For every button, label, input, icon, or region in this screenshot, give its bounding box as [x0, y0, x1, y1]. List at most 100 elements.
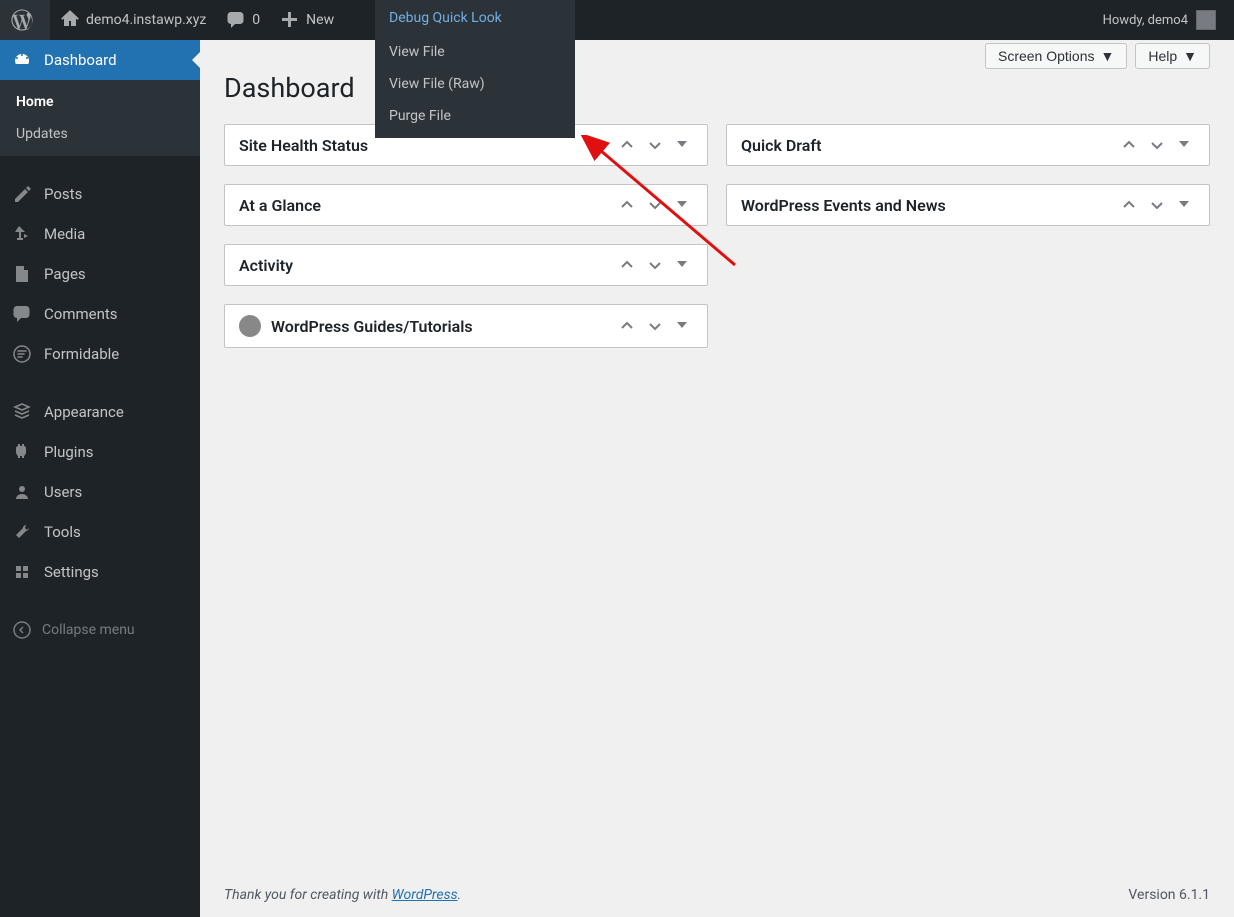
comments-link[interactable]: 0: [216, 0, 270, 40]
wp-logo[interactable]: [0, 0, 50, 40]
postbox-title-text: WordPress Guides/Tutorials: [271, 317, 473, 336]
appearance-icon: [12, 402, 34, 422]
home-icon: [60, 10, 80, 30]
debug-quick-look-menu: Debug Quick Look View File View File (Ra…: [375, 0, 575, 138]
postbox-title: Activity: [239, 256, 293, 275]
toggle-icon[interactable]: [1175, 195, 1195, 215]
help-label: Help: [1148, 48, 1177, 64]
move-up-icon[interactable]: [617, 316, 637, 336]
sidebar-item-plugins[interactable]: Plugins: [0, 432, 200, 472]
postbox-title: WordPress Guides/Tutorials: [239, 315, 473, 337]
debug-menu-header[interactable]: Debug Quick Look: [375, 0, 575, 36]
plus-icon: [280, 10, 300, 30]
sidebar-item-users[interactable]: Users: [0, 472, 200, 512]
sidebar-item-label: Comments: [44, 305, 118, 323]
admin-bar-left: demo4.instawp.xyz 0 New: [0, 0, 344, 40]
wordpress-logo-icon: [10, 8, 34, 32]
move-down-icon[interactable]: [1147, 135, 1167, 155]
plugins-icon: [12, 442, 34, 462]
site-name-link[interactable]: demo4.instawp.xyz: [50, 0, 216, 40]
submenu-item-updates[interactable]: Updates: [0, 118, 200, 150]
admin-bar: demo4.instawp.xyz 0 New Howdy, demo4: [0, 0, 1234, 40]
dashboard-widgets: Site Health Status At a Glance: [224, 124, 1210, 366]
sidebar-item-dashboard[interactable]: Dashboard: [0, 40, 200, 80]
sidebar-item-formidable[interactable]: Formidable: [0, 334, 200, 374]
new-link[interactable]: New: [270, 0, 344, 40]
comments-count: 0: [252, 12, 260, 28]
postbox-wp-guides: WordPress Guides/Tutorials: [224, 304, 708, 348]
help-button[interactable]: Help ▼: [1135, 43, 1210, 69]
debug-menu-item-view-file-raw[interactable]: View File (Raw): [375, 68, 575, 100]
sidebar-item-posts[interactable]: Posts: [0, 174, 200, 214]
screen-options-button[interactable]: Screen Options ▼: [985, 43, 1127, 69]
move-down-icon[interactable]: [1147, 195, 1167, 215]
move-up-icon[interactable]: [617, 135, 637, 155]
sidebar-item-appearance[interactable]: Appearance: [0, 392, 200, 432]
caret-down-icon: ▼: [1100, 48, 1114, 64]
toggle-icon[interactable]: [673, 316, 693, 336]
pages-icon: [12, 264, 34, 284]
sidebar-item-label: Pages: [44, 265, 86, 283]
sidebar-item-label: Tools: [44, 523, 81, 541]
move-up-icon[interactable]: [617, 255, 637, 275]
new-label: New: [306, 12, 334, 28]
sidebar-item-label: Appearance: [44, 403, 124, 421]
screen-meta-links: Screen Options ▼ Help ▼: [985, 43, 1210, 69]
formidable-icon: [12, 344, 34, 364]
postbox-title: Quick Draft: [741, 136, 821, 155]
move-down-icon[interactable]: [645, 195, 665, 215]
toggle-icon[interactable]: [673, 195, 693, 215]
sidebar-item-media[interactable]: Media: [0, 214, 200, 254]
menu-separator: [0, 156, 200, 174]
users-icon: [12, 482, 34, 502]
footer-wordpress-link[interactable]: WordPress: [392, 887, 458, 903]
comment-icon: [226, 10, 246, 30]
collapse-menu[interactable]: Collapse menu: [0, 610, 200, 650]
dashboard-icon: [12, 50, 34, 70]
caret-down-icon: ▼: [1183, 48, 1197, 64]
settings-icon: [12, 562, 34, 582]
sidebar-item-label: Users: [44, 483, 82, 501]
dashboard-submenu: Home Updates: [0, 80, 200, 156]
menu-separator: [0, 592, 200, 610]
submenu-item-home[interactable]: Home: [0, 86, 200, 118]
howdy-text: Howdy, demo4: [1103, 13, 1188, 28]
site-name: demo4.instawp.xyz: [86, 12, 206, 28]
posts-icon: [12, 184, 34, 204]
media-icon: [12, 224, 34, 244]
toggle-icon[interactable]: [1175, 135, 1195, 155]
move-up-icon[interactable]: [1119, 195, 1139, 215]
admin-sidebar: Dashboard Home Updates Posts Media Pages…: [0, 40, 200, 917]
move-down-icon[interactable]: [645, 316, 665, 336]
dashboard-col-right: Quick Draft WordPress Events and News: [726, 124, 1210, 366]
postbox-title: At a Glance: [239, 196, 321, 215]
toggle-icon[interactable]: [673, 255, 693, 275]
avatar: [1196, 10, 1216, 30]
debug-menu-item-purge-file[interactable]: Purge File: [375, 100, 575, 132]
footer-thank: Thank you for creating with WordPress.: [224, 887, 461, 903]
debug-menu-item-view-file[interactable]: View File: [375, 36, 575, 68]
tools-icon: [12, 522, 34, 542]
guide-icon: [239, 315, 261, 337]
sidebar-item-pages[interactable]: Pages: [0, 254, 200, 294]
sidebar-item-label: Formidable: [44, 345, 119, 363]
move-down-icon[interactable]: [645, 135, 665, 155]
postbox-title: Site Health Status: [239, 136, 368, 155]
move-down-icon[interactable]: [645, 255, 665, 275]
screen-options-label: Screen Options: [998, 48, 1095, 64]
howdy-account[interactable]: Howdy, demo4: [1093, 0, 1226, 40]
footer: Thank you for creating with WordPress. V…: [200, 873, 1234, 917]
sidebar-item-label: Media: [44, 225, 85, 243]
menu-separator: [0, 374, 200, 392]
sidebar-item-comments[interactable]: Comments: [0, 294, 200, 334]
toggle-icon[interactable]: [673, 135, 693, 155]
sidebar-item-tools[interactable]: Tools: [0, 512, 200, 552]
collapse-label: Collapse menu: [42, 622, 135, 638]
sidebar-item-settings[interactable]: Settings: [0, 552, 200, 592]
footer-thank-suffix: .: [458, 887, 462, 903]
postbox-activity: Activity: [224, 244, 708, 286]
move-up-icon[interactable]: [1119, 135, 1139, 155]
move-up-icon[interactable]: [617, 195, 637, 215]
postbox-wp-events: WordPress Events and News: [726, 184, 1210, 226]
postbox-at-a-glance: At a Glance: [224, 184, 708, 226]
